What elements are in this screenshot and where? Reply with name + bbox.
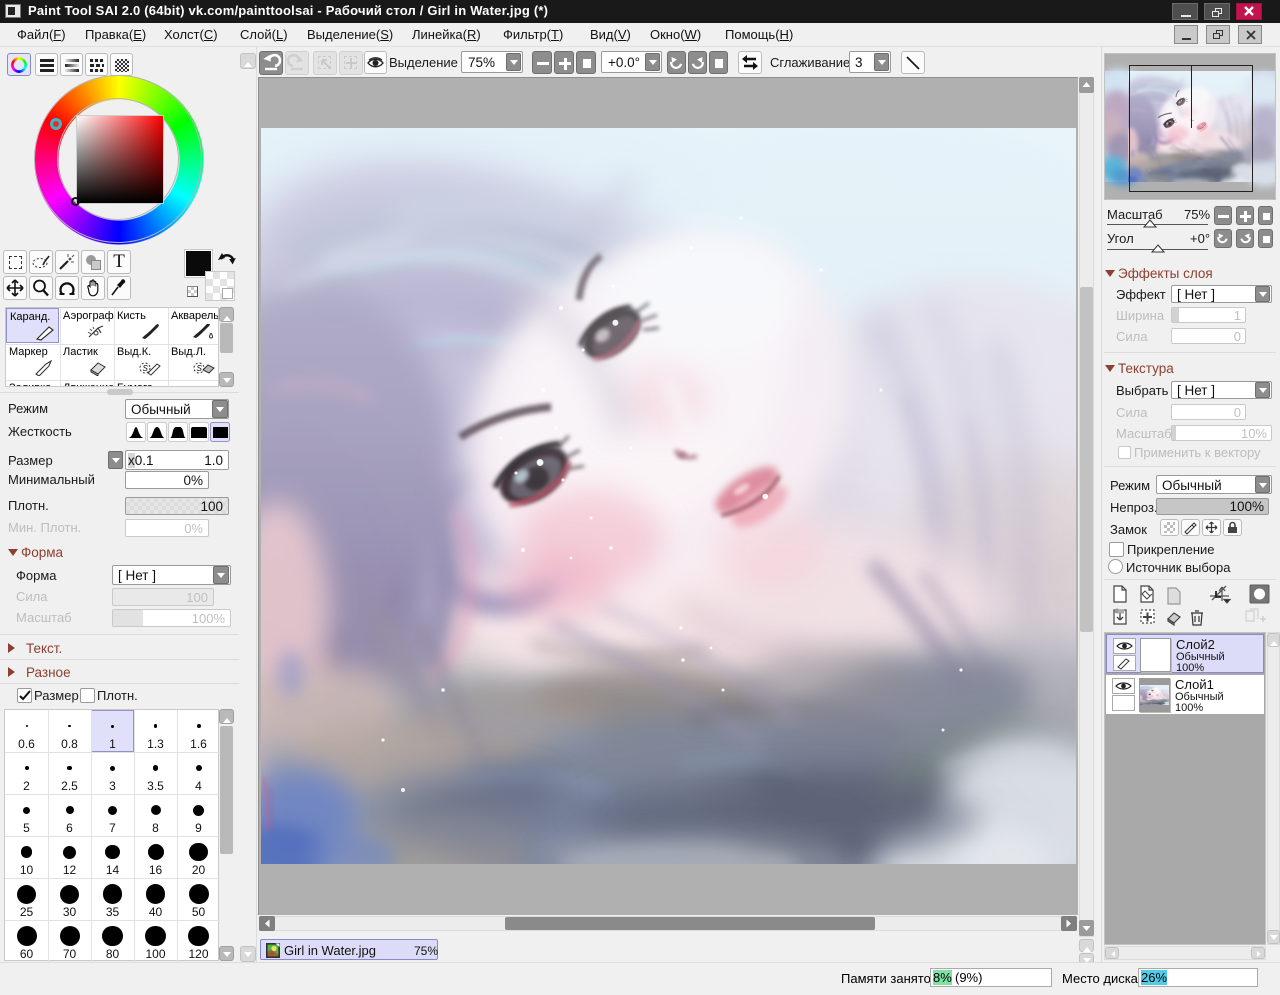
svg-text:S: S — [197, 364, 203, 373]
svg-text:S: S — [143, 364, 149, 373]
